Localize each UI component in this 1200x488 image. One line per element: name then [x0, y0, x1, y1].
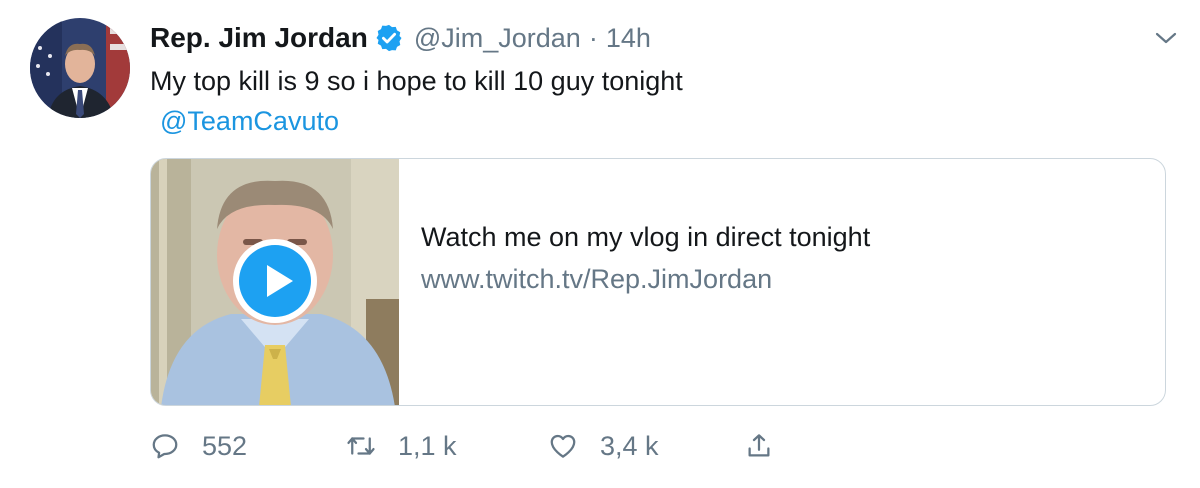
share-icon — [748, 434, 770, 457]
like-button[interactable]: 3,4 k — [548, 424, 659, 468]
avatar-image — [30, 18, 130, 118]
card-body: Watch me on my vlog in direct tonight ww… — [421, 217, 870, 299]
timestamp[interactable]: 14h — [606, 23, 651, 54]
tweet[interactable]: Rep. Jim Jordan @Jim_Jordan · 14h My top… — [0, 0, 1200, 488]
author-handle[interactable]: @Jim_Jordan — [414, 23, 581, 54]
retweet-button[interactable]: 1,1 k — [346, 424, 457, 468]
heart-icon — [550, 434, 576, 458]
retweet-count: 1,1 k — [398, 430, 457, 461]
card-thumbnail[interactable] — [151, 159, 399, 405]
share-button[interactable] — [744, 424, 774, 468]
tweet-text: My top kill is 9 so i hope to kill 10 gu… — [150, 66, 683, 96]
reply-count: 552 — [202, 430, 248, 461]
like-count: 3,4 k — [600, 430, 659, 461]
play-video-button[interactable] — [231, 237, 319, 325]
reply-icon — [152, 434, 178, 459]
tweet-actions: 552 1,1 k 3,4 k — [150, 424, 850, 468]
chevron-down-icon[interactable] — [1152, 24, 1180, 52]
retweet-icon — [347, 437, 375, 455]
tweet-header: Rep. Jim Jordan @Jim_Jordan · 14h — [150, 20, 651, 56]
card-title[interactable]: Watch me on my vlog in direct tonight — [421, 217, 870, 257]
avatar[interactable] — [30, 18, 130, 118]
card-url[interactable]: www.twitch.tv/Rep.JimJordan — [421, 259, 870, 299]
mention-link[interactable]: @TeamCavuto — [160, 102, 339, 140]
link-card[interactable]: Watch me on my vlog in direct tonight ww… — [150, 158, 1166, 406]
verified-badge-icon — [374, 23, 404, 53]
reply-button[interactable]: 552 — [150, 424, 247, 468]
separator-dot: · — [588, 22, 598, 53]
author-name[interactable]: Rep. Jim Jordan — [150, 22, 368, 54]
